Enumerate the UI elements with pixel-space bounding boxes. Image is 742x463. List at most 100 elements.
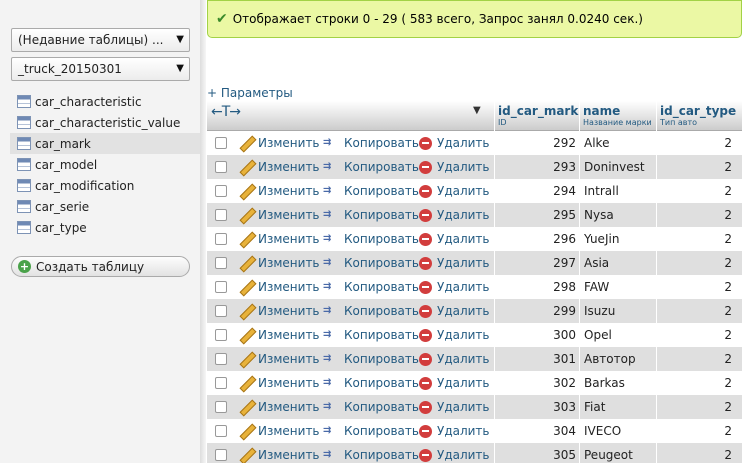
cell-name[interactable]: Intrall: [579, 179, 657, 203]
copy-link[interactable]: ⇉ Копировать: [323, 419, 419, 443]
edit-link[interactable]: Изменить: [238, 131, 320, 155]
cell-id-car-mark[interactable]: 298: [494, 275, 580, 299]
delete-link[interactable]: Удалить: [419, 131, 490, 155]
sidebar-table-item[interactable]: car_characteristic_value: [10, 112, 200, 133]
delete-link[interactable]: Удалить: [419, 347, 490, 371]
cell-name[interactable]: Barkas: [579, 371, 657, 395]
cell-id-car-type[interactable]: 2: [656, 227, 742, 251]
options-link[interactable]: + Параметры: [207, 86, 293, 100]
cell-id-car-type[interactable]: 2: [656, 323, 742, 347]
column-header-id-car-mark[interactable]: id_car_mark ID: [494, 101, 580, 131]
row-checkbox[interactable]: [215, 161, 227, 173]
copy-link[interactable]: ⇉ Копировать: [323, 203, 419, 227]
cell-id-car-type[interactable]: 2: [656, 443, 742, 463]
row-checkbox[interactable]: [215, 185, 227, 197]
sidebar-table-item[interactable]: car_modification: [10, 175, 200, 196]
cell-name[interactable]: YueJin: [579, 227, 657, 251]
cell-id-car-mark[interactable]: 305: [494, 443, 580, 463]
delete-link[interactable]: Удалить: [419, 251, 490, 275]
row-checkbox[interactable]: [215, 305, 227, 317]
edit-link[interactable]: Изменить: [238, 275, 320, 299]
cell-name[interactable]: Автотор: [579, 347, 657, 371]
cell-id-car-type[interactable]: 2: [656, 371, 742, 395]
cell-id-car-type[interactable]: 2: [656, 395, 742, 419]
copy-link[interactable]: ⇉ Копировать: [323, 227, 419, 251]
cell-id-car-mark[interactable]: 299: [494, 299, 580, 323]
row-checkbox[interactable]: [215, 281, 227, 293]
copy-link[interactable]: ⇉ Копировать: [323, 131, 419, 155]
cell-id-car-mark[interactable]: 303: [494, 395, 580, 419]
cell-id-car-type[interactable]: 2: [656, 299, 742, 323]
cell-id-car-mark[interactable]: 300: [494, 323, 580, 347]
cell-id-car-type[interactable]: 2: [656, 275, 742, 299]
edit-link[interactable]: Изменить: [238, 395, 320, 419]
database-select[interactable]: _truck_20150301 ▼: [11, 57, 190, 81]
delete-link[interactable]: Удалить: [419, 179, 490, 203]
column-header-id-car-type[interactable]: id_car_type Тип авто: [656, 101, 742, 131]
delete-link[interactable]: Удалить: [419, 419, 490, 443]
cell-id-car-mark[interactable]: 293: [494, 155, 580, 179]
copy-link[interactable]: ⇉ Копировать: [323, 299, 419, 323]
row-checkbox[interactable]: [215, 233, 227, 245]
edit-link[interactable]: Изменить: [238, 203, 320, 227]
sidebar-resize-handle[interactable]: [200, 0, 206, 463]
cell-name[interactable]: Peugeot: [579, 443, 657, 463]
edit-link[interactable]: Изменить: [238, 323, 320, 347]
copy-link[interactable]: ⇉ Копировать: [323, 395, 419, 419]
cell-name[interactable]: Asia: [579, 251, 657, 275]
cell-id-car-type[interactable]: 2: [656, 131, 742, 155]
row-checkbox[interactable]: [215, 449, 227, 461]
cell-name[interactable]: Isuzu: [579, 299, 657, 323]
cell-id-car-mark[interactable]: 294: [494, 179, 580, 203]
cell-id-car-type[interactable]: 2: [656, 419, 742, 443]
recent-tables-select[interactable]: (Недавние таблицы) ... ▼: [11, 28, 190, 52]
edit-link[interactable]: Изменить: [238, 227, 320, 251]
row-checkbox[interactable]: [215, 137, 227, 149]
cell-id-car-type[interactable]: 2: [656, 155, 742, 179]
edit-link[interactable]: Изменить: [238, 347, 320, 371]
cell-name[interactable]: Opel: [579, 323, 657, 347]
edit-link[interactable]: Изменить: [238, 443, 320, 463]
row-checkbox[interactable]: [215, 329, 227, 341]
cell-id-car-mark[interactable]: 292: [494, 131, 580, 155]
cell-name[interactable]: IVECO: [579, 419, 657, 443]
cell-name[interactable]: Doninvest: [579, 155, 657, 179]
edit-link[interactable]: Изменить: [238, 155, 320, 179]
delete-link[interactable]: Удалить: [419, 443, 490, 463]
cell-id-car-type[interactable]: 2: [656, 347, 742, 371]
row-checkbox[interactable]: [215, 257, 227, 269]
delete-link[interactable]: Удалить: [419, 155, 490, 179]
delete-link[interactable]: Удалить: [419, 227, 490, 251]
sidebar-table-item[interactable]: car_characteristic: [10, 91, 200, 112]
column-header-name[interactable]: name Название марки: [579, 101, 657, 131]
cell-id-car-type[interactable]: 2: [656, 179, 742, 203]
cell-id-car-mark[interactable]: 296: [494, 227, 580, 251]
edit-link[interactable]: Изменить: [238, 371, 320, 395]
cell-name[interactable]: Fiat: [579, 395, 657, 419]
delete-link[interactable]: Удалить: [419, 371, 490, 395]
edit-link[interactable]: Изменить: [238, 251, 320, 275]
row-checkbox[interactable]: [215, 401, 227, 413]
delete-link[interactable]: Удалить: [419, 395, 490, 419]
column-resize-arrows-icon[interactable]: ←T→: [211, 104, 241, 134]
sidebar-table-item[interactable]: car_type: [10, 217, 200, 238]
cell-id-car-mark[interactable]: 297: [494, 251, 580, 275]
copy-link[interactable]: ⇉ Копировать: [323, 371, 419, 395]
sidebar-table-item[interactable]: car_mark: [10, 133, 200, 154]
cell-id-car-mark[interactable]: 304: [494, 419, 580, 443]
cell-id-car-type[interactable]: 2: [656, 203, 742, 227]
edit-link[interactable]: Изменить: [238, 419, 320, 443]
row-checkbox[interactable]: [215, 425, 227, 437]
delete-link[interactable]: Удалить: [419, 203, 490, 227]
sidebar-table-item[interactable]: car_model: [10, 154, 200, 175]
row-checkbox[interactable]: [215, 209, 227, 221]
copy-link[interactable]: ⇉ Копировать: [323, 155, 419, 179]
create-table-button[interactable]: + Создать таблицу: [11, 256, 190, 277]
cell-id-car-type[interactable]: 2: [656, 251, 742, 275]
delete-link[interactable]: Удалить: [419, 275, 490, 299]
copy-link[interactable]: ⇉ Копировать: [323, 323, 419, 347]
copy-link[interactable]: ⇉ Копировать: [323, 347, 419, 371]
cell-name[interactable]: Nysa: [579, 203, 657, 227]
delete-link[interactable]: Удалить: [419, 299, 490, 323]
copy-link[interactable]: ⇉ Копировать: [323, 251, 419, 275]
